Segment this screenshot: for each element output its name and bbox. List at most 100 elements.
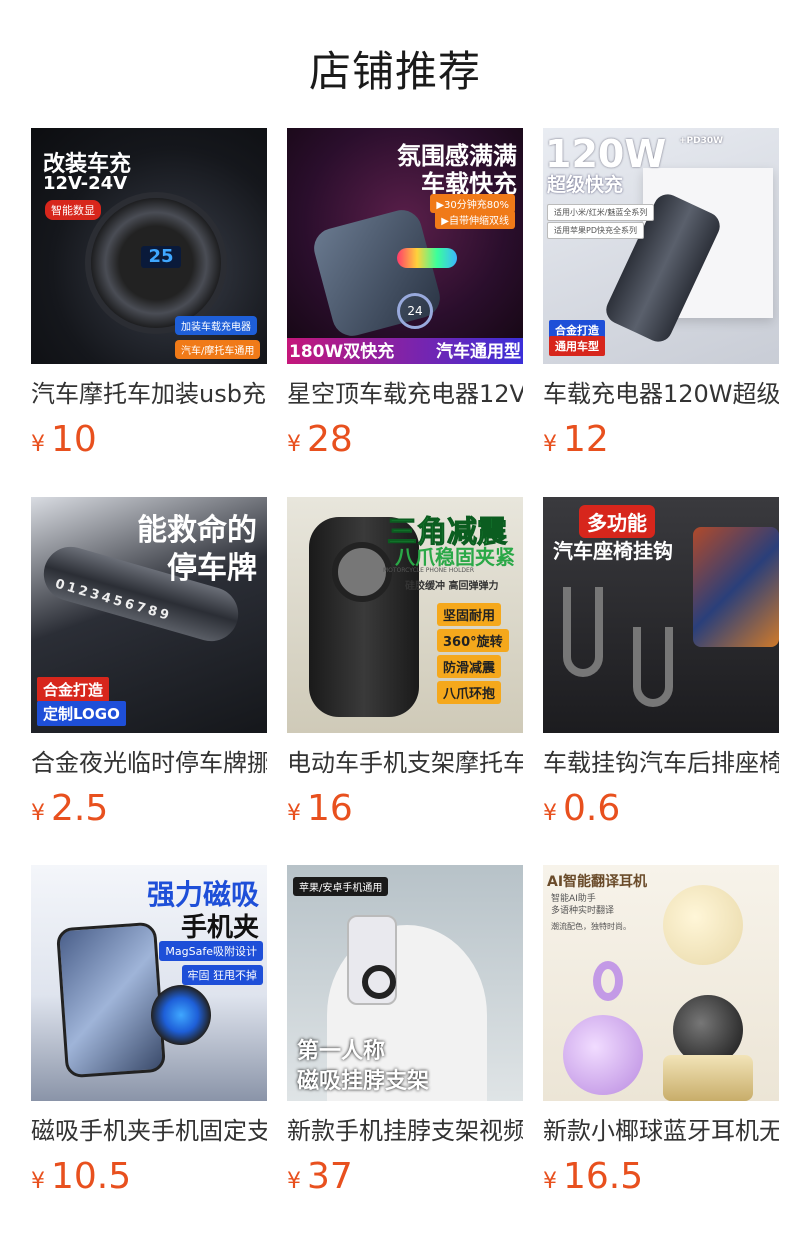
product-name[interactable]: 车载充电器120W超级快充 [543, 378, 779, 410]
product-price: ¥16 [287, 787, 523, 837]
product-price: ¥10.5 [31, 1155, 267, 1205]
product-price: ¥28 [287, 418, 523, 468]
pedestal-graphic [663, 1055, 753, 1101]
image-subheadline: 磁吸挂脖支架 [297, 1069, 430, 1094]
hook-graphic [563, 587, 603, 677]
product-image[interactable]: 多功能 汽车座椅挂钩 [543, 497, 779, 733]
product-name[interactable]: 电动车手机支架摩托车 [287, 747, 523, 779]
image-badge: 加装车载充电器 [175, 316, 257, 335]
image-badge: 360°旋转 [437, 629, 509, 652]
product-image[interactable]: AI智能翻译耳机 智能AI助手 多语种实时翻译 潮流配色，独特时尚。 [543, 865, 779, 1101]
product-price: ¥10 [31, 418, 267, 468]
product-image[interactable]: 氛围感满满 车载快充 ▶30分钟充80% ▶自带伸缩双线 24 180W双快充 … [287, 128, 523, 364]
image-badge: 牢固 狂甩不掉 [181, 965, 263, 985]
currency-symbol: ¥ [31, 801, 45, 826]
image-badge: 定制LOGO [37, 701, 126, 726]
image-badge: 八爪环抱 [437, 681, 502, 704]
currency-symbol: ¥ [287, 1169, 301, 1194]
price-value: 10.5 [51, 1156, 132, 1197]
product-card[interactable]: 0123456789 能救命的 停车牌 合金打造 定制LOGO 合金夜光临时停车… [31, 497, 267, 837]
product-name[interactable]: 合金夜光临时停车牌挪车 [31, 747, 267, 779]
image-badge: 通用车型 [549, 336, 605, 356]
currency-symbol: ¥ [287, 432, 301, 457]
image-badge: MagSafe吸附设计 [159, 941, 263, 961]
image-badge: 坚固耐用 [437, 603, 502, 626]
product-card[interactable]: 三角减震 八爪稳固夹紧 MOTORCYCLE PHONE HOLDER 硅胶缓冲… [287, 497, 523, 837]
phone-graphic [55, 921, 167, 1079]
image-headline: 第一人称 [297, 1039, 386, 1064]
image-subheadline: 手机夹 [180, 913, 259, 943]
price-value: 2.5 [51, 788, 109, 829]
image-caption: 硅胶缓冲 高回弹弹力 [405, 581, 499, 592]
product-image[interactable]: 苹果/安卓手机通用 第一人称 磁吸挂脖支架 [287, 865, 523, 1101]
image-caption: 多语种实时翻译 [551, 906, 615, 916]
product-price: ¥12 [543, 418, 779, 468]
image-headline: 汽车座椅挂钩 [553, 539, 673, 563]
image-badge: 合金打造 [37, 677, 110, 702]
image-subheadline: 12V-24V [43, 173, 128, 194]
image-subheadline: 停车牌 [167, 551, 257, 586]
product-card[interactable]: 强力磁吸 手机夹 MagSafe吸附设计 牢固 狂甩不掉 磁吸手机夹手机固定支架… [31, 865, 267, 1205]
hook-graphic [633, 627, 673, 707]
currency-symbol: ¥ [31, 1169, 45, 1194]
product-card[interactable]: 120W +PD30W 超级快充 适用小米/红米/魅蓝全系列 适用苹果PD快充全… [543, 128, 779, 468]
currency-symbol: ¥ [543, 1169, 557, 1194]
product-image[interactable]: 25 改装车充 12V-24V 智能数显 加装车载充电器 汽车/摩托车通用 [31, 128, 267, 364]
price-value: 37 [307, 1156, 353, 1197]
image-caption: MOTORCYCLE PHONE HOLDER [383, 567, 475, 574]
price-value: 12 [563, 419, 609, 460]
price-value: 16.5 [563, 1156, 644, 1197]
image-badge: 适用苹果PD快充全系列 [547, 222, 644, 239]
product-name[interactable]: 磁吸手机夹手机固定支架 [31, 1115, 267, 1147]
neck-holder-graphic [362, 965, 396, 999]
image-subheadline: 超级快充 [547, 174, 624, 196]
product-price: ¥0.6 [543, 787, 779, 837]
image-badge: 汽车/摩托车通用 [175, 340, 261, 359]
banner-text: 汽车通用型 [436, 342, 521, 362]
image-caption: 潮流配色，独特时尚。 [551, 922, 631, 931]
image-headline: AI智能翻译耳机 [547, 874, 648, 890]
product-card[interactable]: 多功能 汽车座椅挂钩 车载挂钩汽车后排座椅 ¥0.6 [543, 497, 779, 837]
product-card[interactable]: 苹果/安卓手机通用 第一人称 磁吸挂脖支架 新款手机挂脖支架视频 ¥37 [287, 865, 523, 1205]
product-image[interactable]: 强力磁吸 手机夹 MagSafe吸附设计 牢固 狂甩不掉 [31, 865, 267, 1101]
image-badge: 苹果/安卓手机通用 [293, 877, 389, 896]
banner-text: 180W双快充 [289, 342, 395, 362]
price-value: 28 [307, 419, 353, 460]
product-name[interactable]: 星空顶车载充电器12V [287, 378, 523, 410]
product-card[interactable]: AI智能翻译耳机 智能AI助手 多语种实时翻译 潮流配色，独特时尚。 新款小椰球… [543, 865, 779, 1205]
image-badge: 智能数显 [45, 200, 101, 220]
product-name[interactable]: 汽车摩托车加装usb充电器 [31, 378, 267, 410]
image-badge: 多功能 [579, 505, 655, 538]
currency-symbol: ¥ [543, 432, 557, 457]
rgb-light-graphic [397, 248, 457, 268]
page-title: 店铺推荐 [308, 47, 481, 96]
image-badge: ▶自带伸缩双线 [435, 210, 515, 229]
product-card[interactable]: 25 改装车充 12V-24V 智能数显 加装车载充电器 汽车/摩托车通用 汽车… [31, 128, 267, 468]
product-name[interactable]: 新款小椰球蓝牙耳机无线 [543, 1115, 779, 1147]
image-badge: 适用小米/红米/魅蓝全系列 [547, 204, 655, 221]
currency-symbol: ¥ [543, 801, 557, 826]
earbud-graphic [593, 961, 623, 1001]
price-value: 16 [307, 788, 353, 829]
product-price: ¥2.5 [31, 787, 267, 837]
product-price: ¥16.5 [543, 1155, 779, 1205]
gauge-graphic: 24 [397, 293, 433, 329]
phone-screen-graphic [693, 527, 779, 647]
price-value: 0.6 [563, 788, 621, 829]
price-value: 10 [51, 419, 97, 460]
magnet-graphic [151, 985, 211, 1045]
currency-symbol: ¥ [287, 801, 301, 826]
product-image[interactable]: 0123456789 能救命的 停车牌 合金打造 定制LOGO [31, 497, 267, 733]
product-name[interactable]: 车载挂钩汽车后排座椅 [543, 747, 779, 779]
product-price: ¥37 [287, 1155, 523, 1205]
earbud-case-graphic [563, 1015, 643, 1095]
voltage-display: 25 [141, 246, 181, 268]
image-subheadline: 八爪稳固夹紧 [395, 545, 515, 569]
product-card[interactable]: 氛围感满满 车载快充 ▶30分钟充80% ▶自带伸缩双线 24 180W双快充 … [287, 128, 523, 468]
product-image[interactable]: 三角减震 八爪稳固夹紧 MOTORCYCLE PHONE HOLDER 硅胶缓冲… [287, 497, 523, 733]
image-badge: +PD30W [679, 136, 724, 146]
currency-symbol: ¥ [31, 432, 45, 457]
product-image[interactable]: 120W +PD30W 超级快充 适用小米/红米/魅蓝全系列 适用苹果PD快充全… [543, 128, 779, 364]
image-badge: 防滑减震 [437, 655, 502, 678]
product-name[interactable]: 新款手机挂脖支架视频 [287, 1115, 523, 1147]
